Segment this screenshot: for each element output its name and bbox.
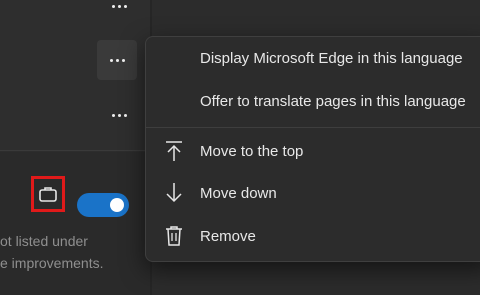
trash-icon xyxy=(162,224,186,248)
menu-separator xyxy=(146,127,480,128)
more-actions-button-active[interactable] xyxy=(97,40,137,80)
highlight-box xyxy=(31,176,65,212)
description-text: ot listed under e improvements. xyxy=(0,230,150,274)
menu-item-move-down[interactable]: Move down xyxy=(146,173,480,213)
menu-item-label: Move to the top xyxy=(200,142,304,160)
menu-item-label: Display Microsoft Edge in this language xyxy=(200,49,463,67)
more-actions-button[interactable] xyxy=(99,0,139,26)
more-horizontal-icon xyxy=(111,4,127,8)
menu-item-label: Move down xyxy=(200,184,277,202)
more-horizontal-icon xyxy=(111,113,127,117)
more-actions-button[interactable] xyxy=(99,95,139,135)
menu-item-move-to-top[interactable]: Move to the top xyxy=(146,131,480,171)
edge-language-settings: ot listed under e improvements. Display … xyxy=(0,0,480,295)
menu-item-label: Offer to translate pages in this languag… xyxy=(200,92,466,110)
description-line-1: ot listed under xyxy=(0,233,88,249)
toggle-knob xyxy=(110,198,124,212)
languages-settings-panel: ot listed under e improvements. xyxy=(0,0,152,295)
spellcheck-toggle[interactable] xyxy=(77,193,129,217)
arrow-up-to-line-icon xyxy=(162,139,186,163)
description-line-2: e improvements. xyxy=(0,255,104,271)
briefcase-icon[interactable] xyxy=(38,185,58,203)
arrow-down-icon xyxy=(162,181,186,205)
more-horizontal-icon xyxy=(109,58,125,62)
menu-item-offer-translate[interactable]: Offer to translate pages in this languag… xyxy=(146,81,480,121)
menu-item-label: Remove xyxy=(200,227,256,245)
language-context-menu: Display Microsoft Edge in this language … xyxy=(145,36,480,262)
section-divider xyxy=(0,150,152,151)
menu-item-display-edge-language[interactable]: Display Microsoft Edge in this language xyxy=(146,38,480,78)
menu-item-remove[interactable]: Remove xyxy=(146,216,480,256)
